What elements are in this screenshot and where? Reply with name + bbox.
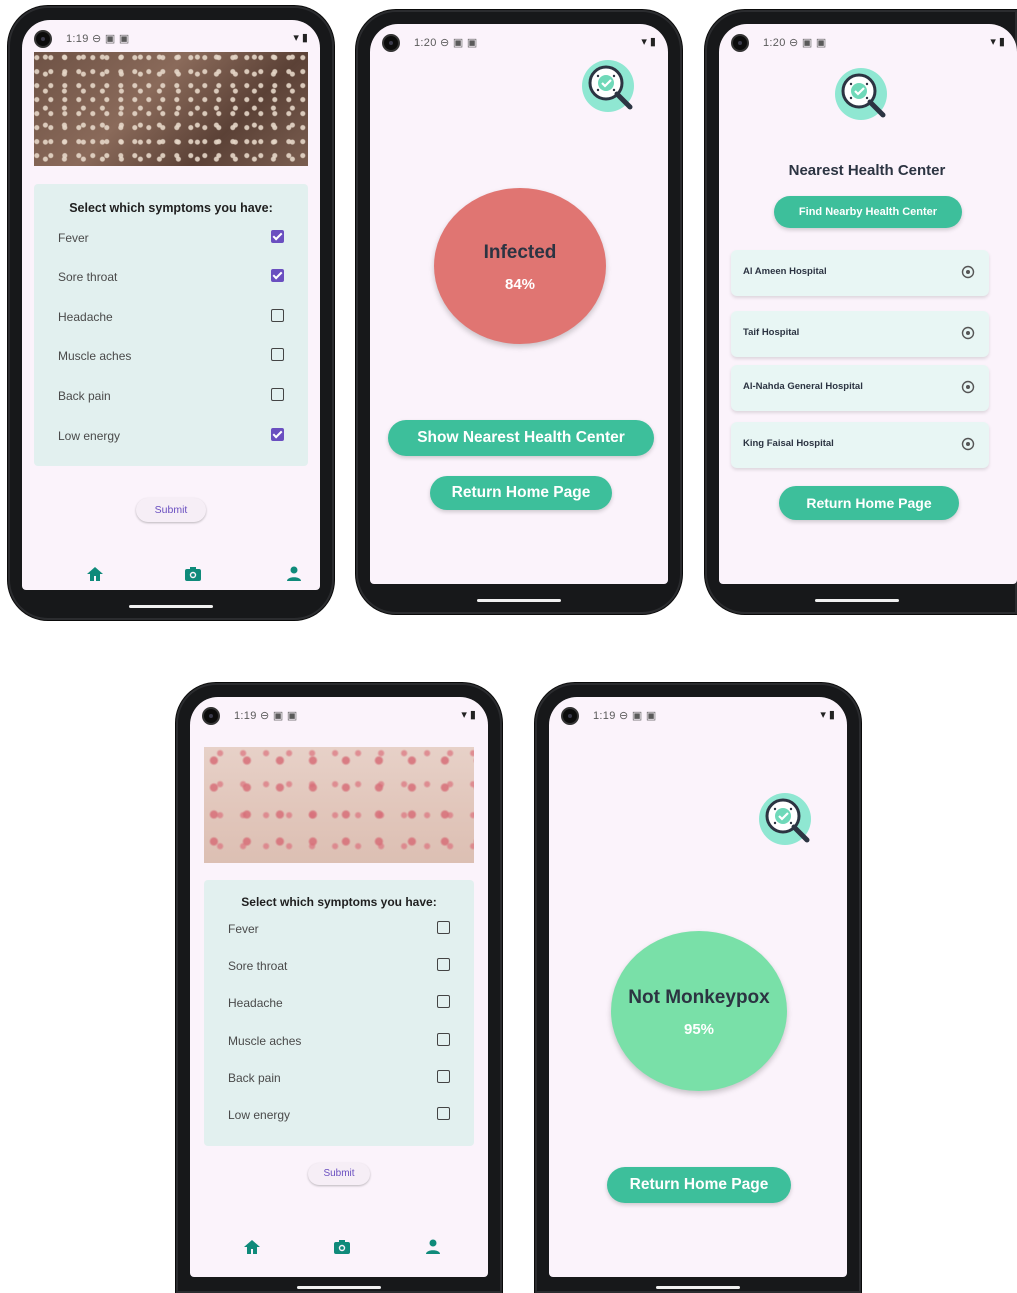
phone-result-not-monkeypox: 1:19 ⊖ ▣ ▣ ▾ ▮ Not Monkeypox 95% Return … [535,683,861,1293]
skin-photo [204,747,474,863]
phone-symptoms-a: 1:19 ⊖ ▣ ▣ ▾ ▮ Select which symptoms you… [8,6,334,620]
return-home-button[interactable]: Return Home Page [607,1167,791,1203]
status-bar: 1:19 ⊖ ▣ ▣ [66,33,130,45]
screen: 1:19 ⊖ ▣ ▣ ▾ ▮ Select which symptoms you… [22,20,320,590]
app-logo-icon [831,64,897,130]
signal-battery-icon: ▾ ▮ [990,36,1005,48]
location-icon[interactable] [961,326,975,340]
bottom-nav [22,554,320,590]
phone-result-infected: 1:20 ⊖ ▣ ▣ ▾ ▮ Infected 84% Show Nearest… [356,10,682,614]
screen: 1:19 ⊖ ▣ ▣ ▾ ▮ Not Monkeypox 95% Return … [549,697,847,1277]
home-icon[interactable] [242,1237,262,1257]
result-circle: Infected 84% [434,188,606,344]
home-indicator [297,1286,381,1289]
front-camera [34,30,52,48]
camera-icon[interactable] [183,564,203,584]
home-indicator [477,599,561,602]
location-icon[interactable] [961,380,975,394]
checkbox[interactable] [271,388,284,401]
signal-battery-icon: ▾ ▮ [293,32,308,44]
skin-photo [34,52,308,166]
front-camera [561,707,579,725]
signal-battery-icon: ▾ ▮ [461,709,476,721]
result-percent: 84% [504,276,536,293]
camera-icon[interactable] [332,1237,352,1257]
home-indicator [815,599,899,602]
home-indicator [129,605,213,608]
home-indicator [656,1286,740,1289]
screen: 1:20 ⊖ ▣ ▣ ▾ ▮ Nearest Health Center Fin… [719,24,1017,584]
symptom-row[interactable]: Low energy [58,427,284,447]
checkbox[interactable] [271,309,284,322]
submit-button[interactable]: Submit [136,498,206,522]
front-camera [382,34,400,52]
signal-battery-icon: ▾ ▮ [641,36,656,48]
status-bar: 1:20 ⊖ ▣ ▣ [414,37,478,49]
return-home-button[interactable]: Return Home Page [430,476,612,510]
result-label: Infected [483,242,557,263]
screen: 1:19 ⊖ ▣ ▣ ▾ ▮ Select which symptoms you… [190,697,488,1277]
result-circle: Not Monkeypox 95% [611,931,787,1091]
checkbox[interactable] [437,1033,450,1046]
person-icon[interactable] [423,1237,443,1257]
checkbox-checked[interactable] [271,230,284,243]
signal-battery-icon: ▾ ▮ [820,709,835,721]
status-bar: 1:19 ⊖ ▣ ▣ [234,710,298,722]
person-icon[interactable] [284,564,304,584]
symptom-row[interactable]: Muscle aches [228,1032,450,1052]
app-logo-icon [578,56,644,122]
checkbox[interactable] [437,958,450,971]
find-nearby-center-button[interactable]: Find Nearby Health Center [774,196,962,228]
checkbox-checked[interactable] [271,428,284,441]
result-label: Not Monkeypox [628,987,770,1008]
hospital-item[interactable]: Al Ameen Hospital [731,250,989,296]
symptom-row[interactable]: Back pain [228,1069,450,1089]
symptom-row[interactable]: Fever [58,229,284,249]
symptoms-card: Select which symptoms you have: Fever So… [34,184,308,466]
symptom-row[interactable]: Low energy [228,1106,450,1126]
phone-nearest-center: 1:20 ⊖ ▣ ▣ ▾ ▮ Nearest Health Center Fin… [705,10,1017,614]
symptoms-card: Select which symptoms you have: Fever So… [204,880,474,1146]
location-icon[interactable] [961,265,975,279]
checkbox[interactable] [437,1070,450,1083]
app-logo-icon [755,789,821,855]
checkbox[interactable] [271,348,284,361]
symptom-row[interactable]: Muscle aches [58,347,284,367]
show-nearest-center-button[interactable]: Show Nearest Health Center [388,420,654,456]
return-home-button[interactable]: Return Home Page [779,486,959,520]
status-bar: 1:19 ⊖ ▣ ▣ [593,710,657,722]
page-title: Nearest Health Center [788,162,946,179]
symptoms-title: Select which symptoms you have: [241,895,437,909]
symptom-row[interactable]: Headache [228,994,450,1014]
phone-symptoms-b: 1:19 ⊖ ▣ ▣ ▾ ▮ Select which symptoms you… [176,683,502,1293]
screen: 1:20 ⊖ ▣ ▣ ▾ ▮ Infected 84% Show Nearest… [370,24,668,584]
symptom-row[interactable]: Fever [228,920,450,940]
symptom-row[interactable]: Sore throat [58,268,284,288]
symptom-row[interactable]: Back pain [58,387,284,407]
symptom-row[interactable]: Sore throat [228,957,450,977]
status-bar: 1:20 ⊖ ▣ ▣ [763,37,827,49]
front-camera [202,707,220,725]
checkbox-checked[interactable] [271,269,284,282]
symptom-row[interactable]: Headache [58,308,284,328]
hospital-item[interactable]: King Faisal Hospital [731,422,989,468]
checkbox[interactable] [437,995,450,1008]
hospital-item[interactable]: Al-Nahda General Hospital [731,365,989,411]
front-camera [731,34,749,52]
hospital-item[interactable]: Taif Hospital [731,311,989,357]
submit-button[interactable]: Submit [308,1163,370,1185]
location-icon[interactable] [961,437,975,451]
symptoms-title: Select which symptoms you have: [69,201,273,215]
checkbox[interactable] [437,1107,450,1120]
result-percent: 95% [683,1021,715,1038]
checkbox[interactable] [437,921,450,934]
home-icon[interactable] [85,564,105,584]
bottom-nav [190,1227,488,1267]
